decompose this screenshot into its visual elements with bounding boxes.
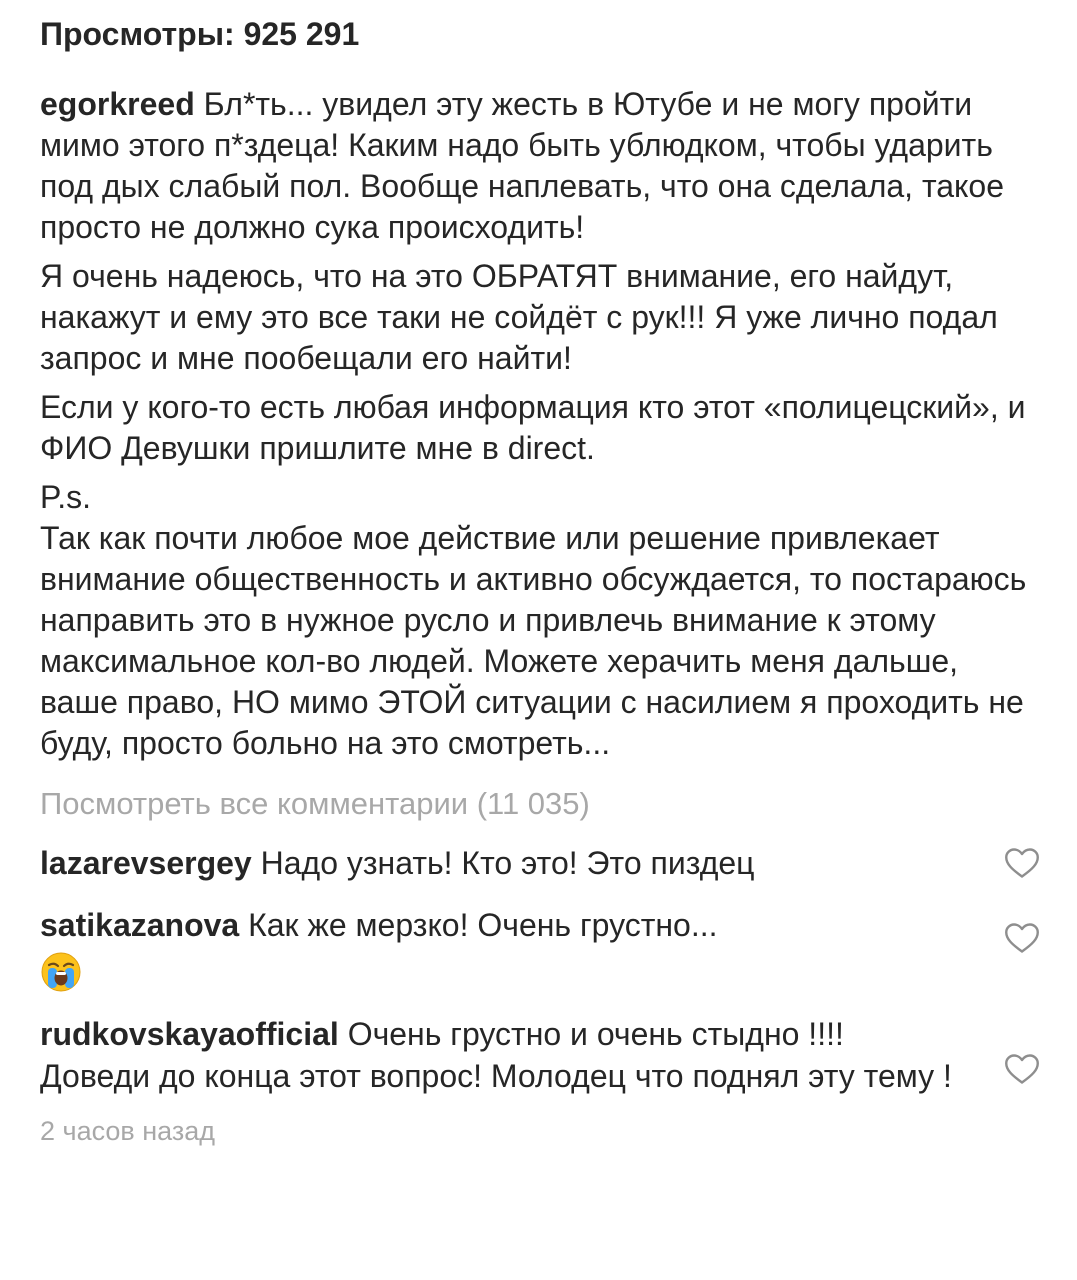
comment-body: rudkovskayaofficial Очень грустно и очен… <box>40 1013 960 1097</box>
comments-list: lazarevsergey Надо узнать! Кто это! Это … <box>40 842 1077 1097</box>
comment-item: satikazanova Как же мерзко! Очень грустн… <box>40 904 1040 993</box>
comment-username[interactable]: rudkovskayaofficial <box>40 1016 339 1052</box>
comment-username[interactable]: lazarevsergey <box>40 845 252 881</box>
caption-paragraph: P.s. <box>40 479 91 515</box>
comment-item: lazarevsergey Надо узнать! Кто это! Это … <box>40 842 1040 884</box>
heart-outline-icon[interactable] <box>1004 922 1040 954</box>
view-all-comments-link[interactable]: Посмотреть все комментарии (11 035) <box>40 784 590 824</box>
comment-username[interactable]: satikazanova <box>40 907 239 943</box>
comment-body: satikazanova Как же мерзко! Очень грустн… <box>40 904 960 993</box>
comment-body: lazarevsergey Надо узнать! Кто это! Это … <box>40 842 960 884</box>
comment-text: Как же мерзко! Очень грустно... <box>248 907 718 943</box>
caption-paragraph: egorkreed Бл*ть... увидел эту жесть в Ют… <box>40 84 1040 248</box>
caption-paragraph: Так как почти любое мое действие или реш… <box>40 520 1027 761</box>
timestamp: 2 часов назад <box>40 1115 216 1146</box>
caption-author[interactable]: egorkreed <box>40 86 195 122</box>
view-count: Просмотры: 925 291 <box>40 16 360 52</box>
caption-paragraph: Если у кого-то есть любая информация кто… <box>40 389 1026 466</box>
heart-outline-icon[interactable] <box>1004 1053 1040 1085</box>
heart-outline-icon[interactable] <box>1004 847 1040 879</box>
caption-paragraph: Я очень надеюсь, что на это ОБРАТЯТ вним… <box>40 258 998 376</box>
crying-face-emoji <box>41 952 81 992</box>
post-caption: egorkreed Бл*ть... увидел эту жесть в Ют… <box>40 84 1040 764</box>
post-view: Просмотры: 925 291 egorkreed Бл*ть... ув… <box>0 0 1077 1280</box>
comment-item: rudkovskayaofficial Очень грустно и очен… <box>40 1013 1040 1097</box>
comment-text: Надо узнать! Кто это! Это пиздец <box>260 845 755 881</box>
